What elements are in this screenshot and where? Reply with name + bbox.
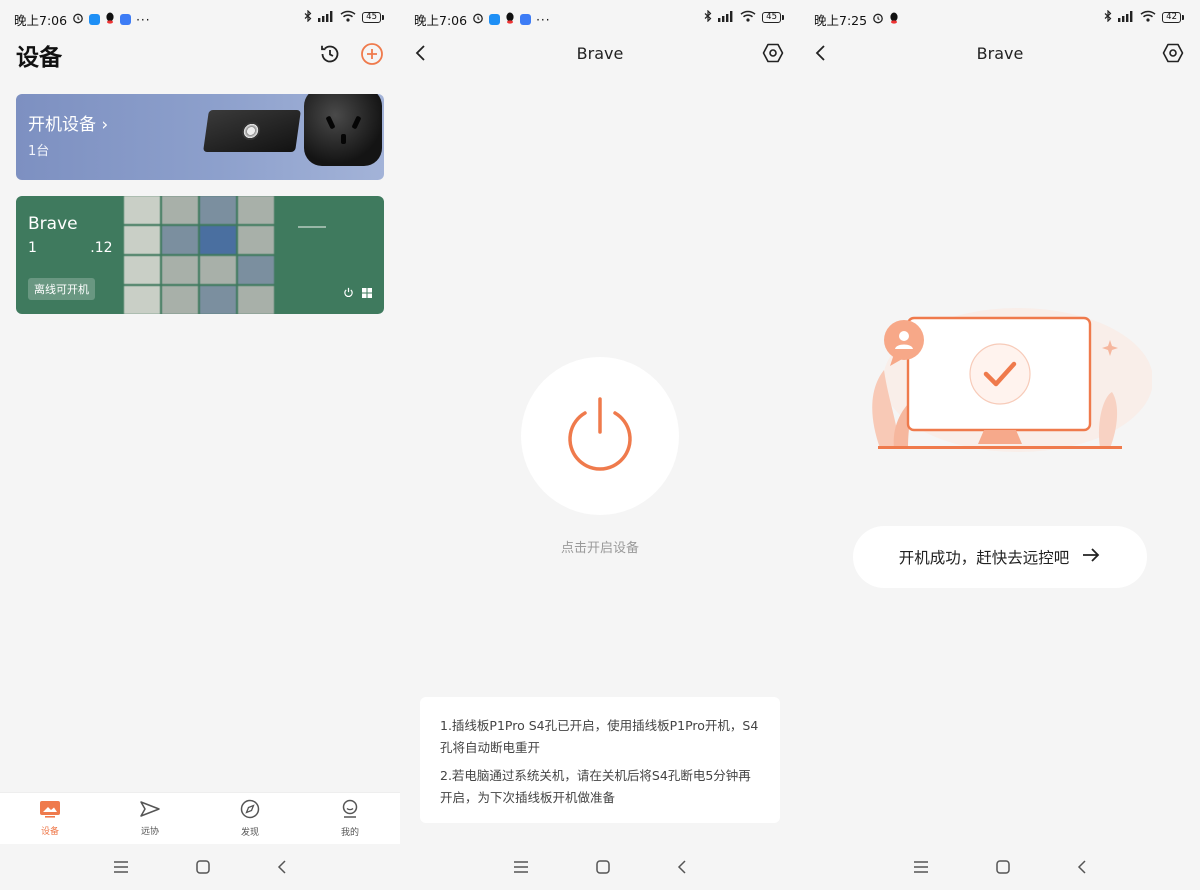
tap-to-power-label: 点击开启设备	[560, 541, 639, 556]
home-icon[interactable]	[196, 860, 210, 874]
app-notification-icon	[489, 14, 501, 25]
page-title: Brave	[576, 44, 624, 63]
wifi-icon	[740, 10, 756, 25]
status-time: 晚上7:06	[414, 13, 468, 28]
windows-icon	[362, 283, 372, 302]
bluetooth-icon	[1104, 9, 1112, 25]
arrow-right-icon	[1081, 547, 1101, 567]
menu-icon[interactable]	[513, 861, 529, 873]
tab-remote-assist[interactable]: 远协	[100, 793, 200, 844]
power-devices-count: 1台	[28, 144, 50, 159]
status-badge: 离线可开机	[28, 278, 95, 300]
bluetooth-icon	[304, 9, 312, 25]
signal-icon	[718, 10, 734, 25]
device-name: Brave	[28, 214, 78, 234]
device-ip: 1 .12	[28, 240, 113, 256]
menu-icon[interactable]	[113, 861, 129, 873]
qq-icon	[889, 12, 899, 27]
power-stick-image	[203, 110, 301, 152]
status-bar: 晚上7:06 ··· 45	[400, 0, 800, 36]
battery-icon: 45	[362, 12, 384, 23]
note-item: 2.若电脑通过系统关机，请在关机后将S4孔断电5分钟再开启，为下次插线板开机做准…	[440, 768, 751, 805]
qq-icon	[105, 12, 115, 27]
alarm-icon	[872, 12, 884, 27]
home-icon[interactable]	[996, 860, 1010, 874]
note-item: 1.插线板P1Pro S4孔已开启，使用插线板P1Pro开机，S4孔将自动断电重…	[440, 718, 759, 755]
battery-level: 45	[762, 12, 781, 23]
qq-icon	[505, 12, 515, 27]
signal-icon	[318, 10, 334, 25]
page-title: Brave	[976, 44, 1024, 63]
history-icon[interactable]	[318, 42, 342, 70]
page-title: 设备	[16, 45, 62, 71]
status-bar: 晚上7:06 ··· 45	[0, 0, 400, 36]
power-devices-card[interactable]: 开机设备 › 1台	[16, 94, 384, 180]
success-monitor-illustration	[848, 300, 1153, 464]
wifi-icon	[1140, 10, 1156, 25]
tab-label: 设备	[40, 827, 59, 837]
system-nav-bar	[400, 844, 800, 890]
more-notifications-icon: ···	[536, 12, 551, 27]
devices-screen: 晚上7:06 ··· 45 设备 开机设备 › 1台 Brave 1 .12 离…	[0, 0, 400, 890]
wifi-icon	[340, 10, 356, 25]
compass-icon	[239, 799, 261, 822]
app-notification-icon	[120, 14, 132, 25]
bluetooth-icon	[704, 9, 712, 25]
power-on-button[interactable]	[521, 357, 679, 515]
battery-level: 42	[1162, 12, 1181, 23]
status-time: 晚上7:06	[14, 13, 68, 28]
tab-profile[interactable]: 我的	[300, 793, 400, 844]
back-nav-icon[interactable]	[1077, 860, 1087, 874]
tab-label: 远协	[140, 827, 159, 837]
power-devices-title: 开机设备	[28, 115, 96, 135]
devices-icon	[39, 800, 61, 821]
system-nav-bar	[800, 844, 1200, 890]
settings-hex-icon[interactable]	[1162, 42, 1184, 68]
go-remote-control-button[interactable]: 开机成功，赶快去远控吧	[853, 526, 1147, 588]
device-card-brave[interactable]: Brave 1 .12 离线可开机	[16, 196, 384, 314]
power-on-screen: 晚上7:06 ··· 45 Brave 点击开启设备 1.插线板P1Pro S4…	[400, 0, 800, 890]
remote-assist-icon	[139, 800, 161, 821]
power-icon	[565, 396, 635, 476]
desktop-preview-thumbnail	[124, 196, 274, 314]
more-notifications-icon: ···	[136, 12, 151, 27]
menu-icon[interactable]	[913, 861, 929, 873]
app-notification-icon	[520, 14, 532, 25]
chevron-right-icon: ›	[101, 115, 109, 135]
tab-label: 我的	[340, 828, 359, 838]
instructions-note: 1.插线板P1Pro S4孔已开启，使用插线板P1Pro开机，S4孔将自动断电重…	[420, 697, 780, 823]
back-nav-icon[interactable]	[677, 860, 687, 874]
power-small-icon	[343, 283, 354, 302]
smart-plug-image	[304, 94, 382, 166]
home-icon[interactable]	[596, 860, 610, 874]
status-time: 晚上7:25	[814, 13, 868, 28]
signal-icon	[1118, 10, 1134, 25]
battery-level: 45	[362, 12, 381, 23]
add-device-icon[interactable]	[360, 42, 384, 70]
success-message: 开机成功，赶快去远控吧	[898, 549, 1070, 567]
battery-icon: 45	[762, 12, 784, 23]
settings-hex-icon[interactable]	[762, 42, 784, 68]
profile-icon	[339, 799, 361, 822]
system-nav-bar	[0, 844, 400, 890]
bottom-tab-bar: 设备 远协 发现 我的	[0, 792, 400, 844]
battery-icon: 42	[1162, 12, 1184, 23]
tab-label: 发现	[240, 828, 259, 838]
back-nav-icon[interactable]	[277, 860, 287, 874]
alarm-icon	[472, 12, 484, 27]
status-bar: 晚上7:25 42	[800, 0, 1200, 36]
app-notification-icon	[89, 14, 101, 25]
tab-devices[interactable]: 设备	[0, 793, 100, 844]
alarm-icon	[72, 12, 84, 27]
tab-discover[interactable]: 发现	[200, 793, 300, 844]
